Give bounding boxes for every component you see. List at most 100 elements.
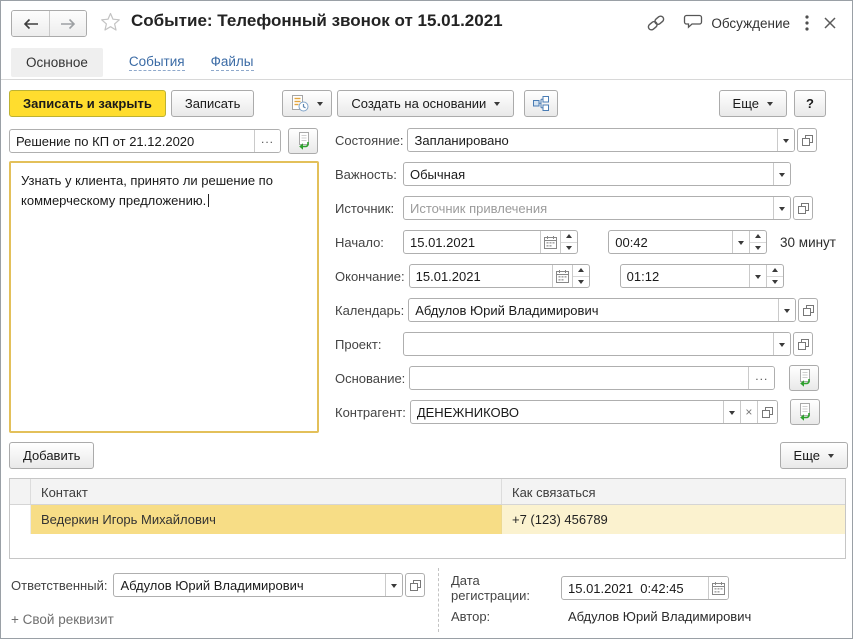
state-dropdown-button[interactable]: [777, 129, 794, 151]
column-header-contact[interactable]: Контакт: [31, 479, 502, 504]
start-time-field[interactable]: [608, 230, 767, 254]
close-icon[interactable]: [824, 17, 836, 29]
calendar-input[interactable]: [409, 299, 778, 321]
more-button-toolbar[interactable]: Еще: [719, 90, 787, 117]
tab-files[interactable]: Файлы: [211, 54, 254, 71]
source-dropdown-button[interactable]: [773, 197, 790, 219]
more-label: Еще: [794, 448, 820, 463]
end-date-input[interactable]: [410, 265, 552, 287]
registration-date-calendar-button[interactable]: [708, 577, 728, 599]
basis-input[interactable]: [410, 367, 748, 389]
start-time-spinner[interactable]: [749, 231, 766, 253]
counterparty-open-document-button[interactable]: [790, 399, 820, 425]
registration-date-input[interactable]: [562, 577, 708, 599]
author-value: Абдулов Юрий Владимирович: [561, 609, 751, 624]
column-header-how-to-contact[interactable]: Как связаться: [502, 479, 845, 504]
footer-divider: [438, 568, 439, 632]
start-date-field[interactable]: [403, 230, 578, 254]
dropdown-arrow-icon: [779, 173, 785, 180]
description-text: Узнать у клиента, принято ли решение по …: [21, 173, 273, 208]
subject-choose-button[interactable]: ...: [254, 130, 280, 152]
end-date-field[interactable]: [409, 264, 590, 288]
responsible-input[interactable]: [114, 574, 385, 596]
open-in-list-icon: [798, 203, 809, 214]
responsible-dropdown-button[interactable]: [385, 574, 402, 596]
reminder-dropdown-button[interactable]: [282, 90, 332, 117]
calendar-icon: [556, 270, 569, 283]
start-label: Начало:: [335, 235, 399, 250]
save-and-close-button[interactable]: Записать и закрыть: [9, 90, 166, 117]
subject-row: ...: [9, 128, 319, 154]
spin-down-icon: [755, 246, 761, 253]
source-field[interactable]: [403, 196, 791, 220]
counterparty-dropdown-button[interactable]: [723, 401, 740, 423]
title-bar: Событие: Телефонный звонок от 15.01.2021…: [1, 1, 852, 45]
footer-panel: Ответственный: Дата регистрации: Автор: …: [1, 566, 852, 638]
discussion-button[interactable]: Обсуждение: [682, 14, 790, 32]
end-time-dropdown-button[interactable]: [749, 265, 766, 287]
subject-field[interactable]: ...: [9, 129, 281, 153]
responsible-open-button[interactable]: [405, 573, 425, 597]
project-field[interactable]: [403, 332, 791, 356]
state-open-button[interactable]: [797, 128, 817, 152]
start-time-input[interactable]: [609, 231, 732, 253]
end-time-input[interactable]: [621, 265, 749, 287]
more-button-contacts[interactable]: Еще: [780, 442, 848, 469]
source-input[interactable]: [404, 197, 773, 219]
counterparty-open-button[interactable]: [757, 401, 777, 423]
start-time-dropdown-button[interactable]: [732, 231, 749, 253]
registration-date-field[interactable]: [561, 576, 729, 600]
end-label: Окончание:: [335, 269, 405, 284]
state-input[interactable]: [408, 129, 777, 151]
tab-main[interactable]: Основное: [11, 48, 103, 77]
kebab-menu-icon[interactable]: [805, 15, 809, 31]
start-date-calendar-button[interactable]: [540, 231, 560, 253]
source-open-button[interactable]: [793, 196, 813, 220]
add-contact-button[interactable]: Добавить: [9, 442, 94, 469]
project-input[interactable]: [404, 333, 773, 355]
end-date-calendar-button[interactable]: [552, 265, 572, 287]
calendar-field[interactable]: [408, 298, 796, 322]
spin-up-icon: [772, 265, 778, 272]
basis-field[interactable]: ...: [409, 366, 775, 390]
start-date-input[interactable]: [404, 231, 540, 253]
calendar-label: Календарь:: [335, 303, 404, 318]
importance-field[interactable]: [403, 162, 791, 186]
basis-open-document-button[interactable]: [789, 365, 819, 391]
importance-dropdown-button[interactable]: [773, 163, 790, 185]
author-row: Автор: Абдулов Юрий Владимирович: [451, 609, 751, 624]
description-textarea[interactable]: Узнать у клиента, принято ли решение по …: [9, 161, 319, 433]
table-row[interactable]: Ведеркин Игорь Михайлович +7 (123) 45678…: [10, 505, 845, 534]
importance-input[interactable]: [404, 163, 773, 185]
basis-choose-button[interactable]: ...: [748, 367, 774, 389]
end-date-spinner[interactable]: [572, 265, 589, 287]
project-open-button[interactable]: [793, 332, 813, 356]
subordination-structure-button[interactable]: [524, 90, 558, 117]
help-button[interactable]: ?: [794, 90, 826, 117]
counterparty-field[interactable]: ×: [410, 400, 778, 424]
start-date-spinner[interactable]: [560, 231, 577, 253]
contacts-table-header: Контакт Как связаться: [10, 479, 845, 505]
calendar-open-button[interactable]: [798, 298, 818, 322]
save-button[interactable]: Записать: [171, 90, 255, 117]
tab-events[interactable]: События: [129, 54, 185, 71]
favorite-star-icon[interactable]: [100, 12, 121, 35]
contact-cell[interactable]: Ведеркин Игорь Михайлович: [31, 505, 502, 534]
state-field[interactable]: [407, 128, 795, 152]
forward-button[interactable]: [49, 11, 86, 36]
calendar-dropdown-button[interactable]: [778, 299, 795, 321]
counterparty-input[interactable]: [411, 401, 723, 423]
counterparty-clear-button[interactable]: ×: [740, 401, 757, 423]
back-button[interactable]: [12, 11, 49, 36]
custom-attribute-link[interactable]: + Свой реквизит: [11, 612, 114, 627]
project-dropdown-button[interactable]: [773, 333, 790, 355]
subject-input[interactable]: [10, 130, 254, 152]
subject-open-document-button[interactable]: [288, 128, 318, 154]
create-on-basis-button[interactable]: Создать на основании: [337, 90, 514, 117]
how-to-contact-cell[interactable]: +7 (123) 456789: [502, 505, 845, 534]
responsible-label: Ответственный:: [11, 578, 107, 593]
link-icon[interactable]: [645, 13, 667, 33]
end-time-spinner[interactable]: [766, 265, 783, 287]
end-time-field[interactable]: [620, 264, 784, 288]
responsible-field[interactable]: [113, 573, 403, 597]
